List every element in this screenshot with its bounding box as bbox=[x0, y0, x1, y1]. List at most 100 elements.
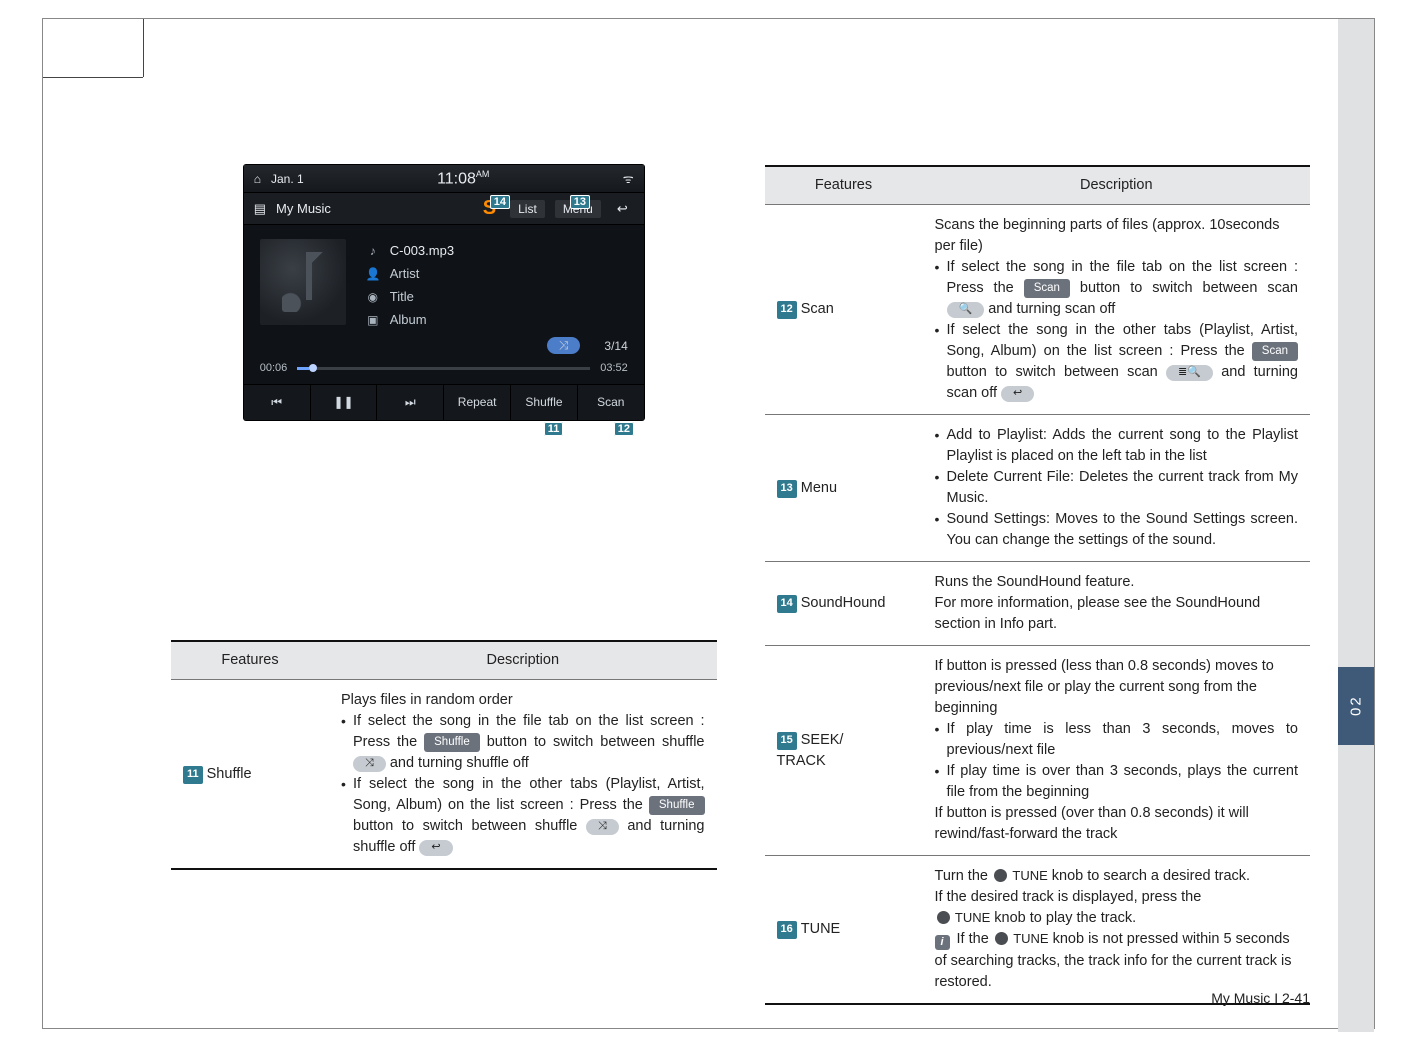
title-label: Title bbox=[390, 289, 414, 304]
row-num: 14 bbox=[777, 595, 797, 613]
row-description: Add to Playlist: Adds the current song t… bbox=[923, 415, 1311, 562]
table-row: 13Menu Add to Playlist: Adds the current… bbox=[765, 415, 1311, 562]
album-art bbox=[260, 239, 346, 325]
page-footer: My Music I 2-41 bbox=[1211, 990, 1310, 1006]
list-item: Add to Playlist: Adds the current song t… bbox=[935, 425, 1299, 467]
elapsed-time: 00:06 bbox=[260, 362, 288, 374]
row-num: 11 bbox=[183, 766, 203, 784]
shot-transport-bar: ⏮ ❚❚ ⏭ Repeat Shuffle Scan bbox=[244, 384, 644, 420]
track-meta: ♪C-003.mp3 👤Artist ◉Title ▣Album bbox=[366, 239, 628, 331]
album-label: Album bbox=[390, 312, 427, 327]
scan-button[interactable]: Scan bbox=[578, 385, 644, 420]
row-feature-name: TUNE bbox=[801, 921, 840, 937]
file-name: C-003.mp3 bbox=[390, 243, 454, 258]
tune-knob-icon bbox=[995, 932, 1008, 945]
callout-14: 14 bbox=[490, 195, 510, 209]
crop-mark-vertical bbox=[143, 19, 144, 77]
side-tab: 02 bbox=[1338, 19, 1374, 1032]
features-table-right: Features Description 12Scan Scans the be… bbox=[765, 165, 1311, 1005]
th-features: Features bbox=[171, 641, 329, 680]
pause-button[interactable]: ❚❚ bbox=[311, 385, 378, 420]
list-item: If play time is over than 3 seconds, pla… bbox=[935, 761, 1299, 803]
callout-12: 12 bbox=[614, 422, 634, 436]
callout-13: 13 bbox=[570, 195, 590, 209]
crop-mark-horizontal bbox=[43, 77, 143, 78]
shuffle-off-icon: ↩ bbox=[419, 840, 452, 856]
next-button[interactable]: ⏭ bbox=[377, 385, 444, 420]
file-icon: ♪ bbox=[366, 244, 380, 258]
list-item: If select the song in the file tab on th… bbox=[935, 257, 1299, 320]
row-num: 13 bbox=[777, 480, 797, 498]
content-area: ⌂ Jan. 1 11:08AM ᯤ ▤ My Music S List Men… bbox=[143, 77, 1338, 1000]
row-description: Turn the TUNE knob to search a desired t… bbox=[923, 856, 1311, 1004]
my-music-screenshot: ⌂ Jan. 1 11:08AM ᯤ ▤ My Music S List Men… bbox=[244, 165, 644, 420]
shuffle-chip: Shuffle bbox=[649, 796, 705, 815]
list-item: If select the song in the file tab on th… bbox=[341, 711, 705, 774]
total-time: 03:52 bbox=[600, 362, 628, 374]
row-description: Runs the SoundHound feature. For more in… bbox=[923, 562, 1311, 646]
side-tab-lower bbox=[1338, 745, 1374, 1032]
shuffle-button[interactable]: Shuffle bbox=[511, 385, 578, 420]
row-description: Scans the beginning parts of files (appr… bbox=[923, 205, 1311, 415]
shot-status-bar: ⌂ Jan. 1 11:08AM ᯤ bbox=[244, 165, 644, 193]
shuffle-chip: Shuffle bbox=[424, 733, 480, 752]
page-frame: 02 ⌂ Jan. 1 11:08AM ᯤ ▤ bbox=[42, 18, 1375, 1029]
shot-date: Jan. 1 bbox=[271, 172, 304, 186]
row-num: 12 bbox=[777, 301, 797, 319]
progress-bar[interactable] bbox=[297, 367, 590, 370]
list-button[interactable]: List bbox=[510, 200, 545, 218]
album-icon: ▣ bbox=[366, 313, 380, 327]
list-item: If select the song in the other tabs (Pl… bbox=[341, 774, 705, 858]
tune-knob-icon bbox=[937, 911, 950, 924]
row-feature-name: SoundHound bbox=[801, 595, 886, 611]
table-row: 11Shuffle Plays files in random order If… bbox=[171, 680, 717, 870]
shuffle-indicator-icon: ⤨ bbox=[547, 337, 581, 354]
row-feature-name: Shuffle bbox=[207, 766, 252, 782]
desc-tail: If button is pressed (over than 0.8 seco… bbox=[935, 803, 1299, 845]
row-feature-name: Scan bbox=[801, 301, 834, 317]
desc-lead: Plays files in random order bbox=[341, 690, 705, 711]
shuffle-on-icon: ⤨ bbox=[586, 819, 619, 835]
table-row: 16TUNE Turn the TUNE knob to search a de… bbox=[765, 856, 1311, 1004]
left-column: ⌂ Jan. 1 11:08AM ᯤ ▤ My Music S List Men… bbox=[171, 95, 717, 1005]
row-description: Plays files in random order If select th… bbox=[329, 680, 717, 870]
features-table-left: Features Description 11Shuffle Plays fil… bbox=[171, 640, 717, 870]
row-feature-name: Menu bbox=[801, 480, 837, 496]
table-row: 12Scan Scans the beginning parts of file… bbox=[765, 205, 1311, 415]
shot-body: ♪C-003.mp3 👤Artist ◉Title ▣Album bbox=[244, 225, 644, 337]
music-lib-icon: ▤ bbox=[254, 201, 266, 217]
th-description: Description bbox=[329, 641, 717, 680]
table-row: 14SoundHound Runs the SoundHound feature… bbox=[765, 562, 1311, 646]
table-row: 15SEEK/ TRACK If button is pressed (less… bbox=[765, 646, 1311, 856]
desc-lead: If button is pressed (less than 0.8 seco… bbox=[935, 656, 1299, 719]
side-tab-label: 02 bbox=[1338, 667, 1374, 745]
list-item: Delete Current File: Deletes the current… bbox=[935, 467, 1299, 509]
row-num: 16 bbox=[777, 921, 797, 939]
prev-button[interactable]: ⏮ bbox=[244, 385, 311, 420]
callout-11: 11 bbox=[544, 422, 564, 436]
desc-lead: Scans the beginning parts of files (appr… bbox=[935, 215, 1299, 257]
music-note-icon bbox=[282, 252, 324, 312]
back-icon[interactable]: ↩ bbox=[611, 201, 634, 217]
scan-on-icon: 🔍 bbox=[947, 302, 985, 318]
th-description: Description bbox=[923, 166, 1311, 205]
info-icon: i bbox=[935, 935, 950, 950]
right-column: Features Description 12Scan Scans the be… bbox=[765, 165, 1311, 1005]
track-counter: 3/14 bbox=[604, 339, 627, 353]
shot-time: 11:08AM bbox=[437, 169, 489, 188]
list-item: If play time is less than 3 seconds, mov… bbox=[935, 719, 1299, 761]
scan-off-icon: ↩ bbox=[1001, 386, 1034, 402]
home-icon: ⌂ bbox=[254, 172, 261, 186]
wifi-icon: ᯤ bbox=[623, 170, 634, 187]
shuffle-on-icon: ⤨ bbox=[353, 756, 386, 772]
row-num: 15 bbox=[777, 732, 797, 750]
list-item: Sound Settings: Moves to the Sound Setti… bbox=[935, 509, 1299, 551]
side-tab-upper bbox=[1338, 19, 1374, 667]
tune-knob-icon bbox=[994, 869, 1007, 882]
artist-label: Artist bbox=[390, 266, 420, 281]
list-item: If select the song in the other tabs (Pl… bbox=[935, 320, 1299, 404]
th-features: Features bbox=[765, 166, 923, 205]
repeat-button[interactable]: Repeat bbox=[444, 385, 511, 420]
scan-chip: Scan bbox=[1252, 342, 1298, 361]
shot-source-label: My Music bbox=[276, 201, 331, 216]
